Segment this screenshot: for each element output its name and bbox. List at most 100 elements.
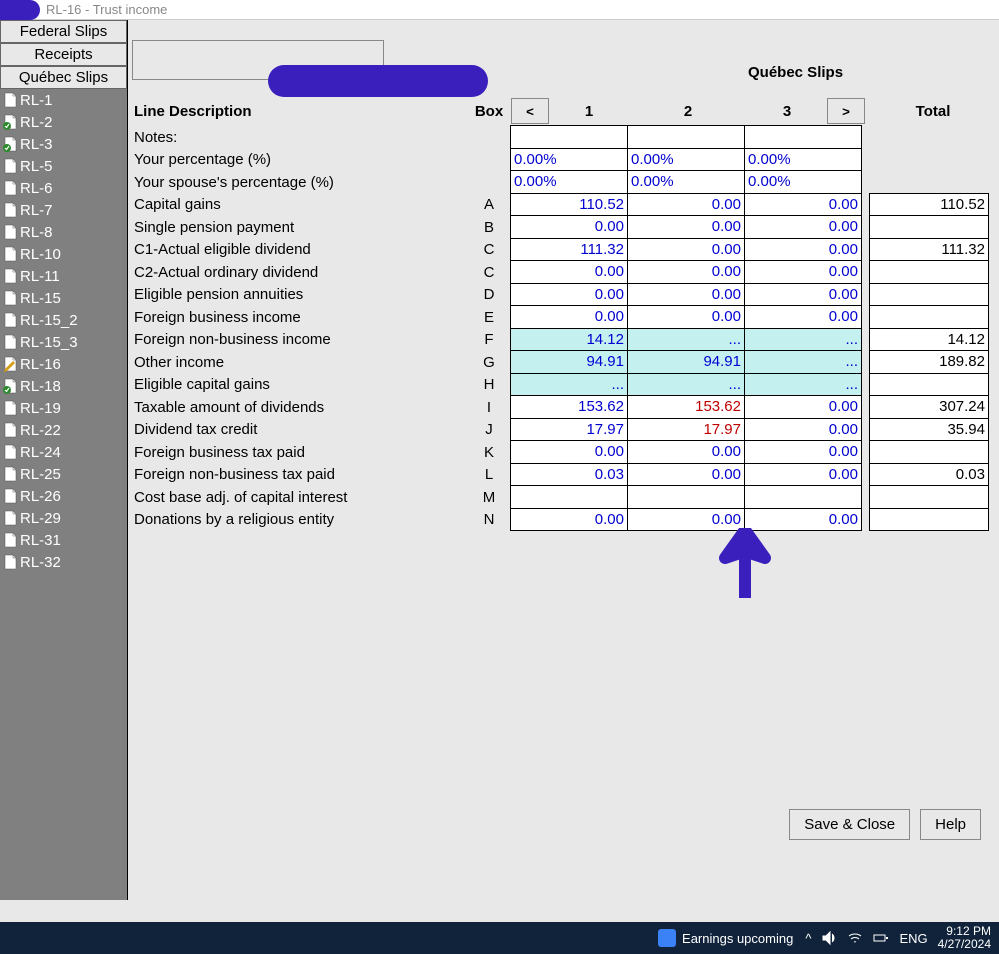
input-cell[interactable]: ... xyxy=(744,373,862,397)
input-cell[interactable]: 0.00 xyxy=(744,193,862,217)
input-cell[interactable]: 0.00 xyxy=(510,283,628,307)
sidebar-item-rl-15_3[interactable]: RL-15_3 xyxy=(0,331,127,353)
sidebar-category-button[interactable]: Québec Slips xyxy=(0,66,127,89)
language-indicator[interactable]: ENG xyxy=(899,931,927,946)
input-cell[interactable]: 153.62 xyxy=(510,395,628,419)
input-cell[interactable] xyxy=(627,125,745,149)
input-cell[interactable]: 0.00 xyxy=(627,463,745,487)
sidebar-item-rl-16[interactable]: RL-16 xyxy=(0,353,127,375)
input-cell[interactable]: 0.00 xyxy=(744,508,862,532)
input-cell[interactable]: 0.00 xyxy=(744,238,862,262)
tray-chevron-icon[interactable]: ^ xyxy=(805,931,811,946)
input-cell[interactable]: 0.00 xyxy=(627,508,745,532)
speaker-icon[interactable] xyxy=(821,930,837,946)
taskbar-earnings[interactable]: Earnings upcoming xyxy=(658,929,793,947)
input-cell[interactable] xyxy=(627,485,745,509)
sidebar-category-button[interactable]: Receipts xyxy=(0,43,127,66)
sidebar-item-rl-25[interactable]: RL-25 xyxy=(0,463,127,485)
input-cell[interactable]: 0.00% xyxy=(744,170,862,194)
sidebar-item-rl-15_2[interactable]: RL-15_2 xyxy=(0,309,127,331)
battery-icon[interactable] xyxy=(873,930,889,946)
sidebar-item-rl-15[interactable]: RL-15 xyxy=(0,287,127,309)
sidebar-item-label: RL-32 xyxy=(20,554,61,571)
input-cell[interactable] xyxy=(744,485,862,509)
prev-slip-button[interactable]: < xyxy=(511,98,549,124)
input-cell[interactable]: 0.00 xyxy=(627,215,745,239)
row-box-code: D xyxy=(467,284,511,307)
input-cell[interactable]: 0.00 xyxy=(510,305,628,329)
sidebar-item-rl-31[interactable]: RL-31 xyxy=(0,529,127,551)
input-cell[interactable]: 0.00 xyxy=(744,260,862,284)
sidebar-item-rl-18[interactable]: RL-18 xyxy=(0,375,127,397)
input-cell[interactable]: 0.00 xyxy=(510,260,628,284)
input-cell[interactable]: 0.00 xyxy=(744,215,862,239)
sidebar-item-rl-29[interactable]: RL-29 xyxy=(0,507,127,529)
input-cell[interactable]: 94.91 xyxy=(510,350,628,374)
row-total xyxy=(869,125,989,149)
input-cell[interactable]: 0.00 xyxy=(744,395,862,419)
input-cell[interactable]: 0.00 xyxy=(744,440,862,464)
input-cell[interactable]: 110.52 xyxy=(510,193,628,217)
sidebar-item-rl-5[interactable]: RL-5 xyxy=(0,155,127,177)
sidebar-item-rl-7[interactable]: RL-7 xyxy=(0,199,127,221)
input-cell[interactable]: ... xyxy=(510,373,628,397)
input-cell[interactable]: 14.12 xyxy=(510,328,628,352)
sidebar-item-rl-32[interactable]: RL-32 xyxy=(0,551,127,573)
input-cell[interactable]: ... xyxy=(744,350,862,374)
save-close-button[interactable]: Save & Close xyxy=(789,809,910,840)
next-slip-button[interactable]: > xyxy=(827,98,865,124)
input-cell[interactable] xyxy=(744,125,862,149)
sidebar-item-rl-22[interactable]: RL-22 xyxy=(0,419,127,441)
sidebar-item-rl-10[interactable]: RL-10 xyxy=(0,243,127,265)
input-cell[interactable]: ... xyxy=(627,373,745,397)
sidebar-item-rl-24[interactable]: RL-24 xyxy=(0,441,127,463)
input-cell[interactable]: 0.00% xyxy=(744,148,862,172)
sidebar-item-rl-1[interactable]: RL-1 xyxy=(0,89,127,111)
input-cell[interactable]: 94.91 xyxy=(627,350,745,374)
input-cell[interactable]: 0.00% xyxy=(510,148,628,172)
input-cell[interactable]: 0.00 xyxy=(744,283,862,307)
sidebar-item-rl-26[interactable]: RL-26 xyxy=(0,485,127,507)
input-cell[interactable]: 0.00 xyxy=(627,260,745,284)
input-cell[interactable]: 0.00 xyxy=(744,418,862,442)
input-cell[interactable]: 17.97 xyxy=(510,418,628,442)
input-cell[interactable]: ... xyxy=(627,328,745,352)
input-cell[interactable]: 0.00 xyxy=(627,193,745,217)
input-cell[interactable]: 0.00 xyxy=(744,463,862,487)
row-total xyxy=(869,215,989,239)
input-cell[interactable]: 0.00% xyxy=(627,170,745,194)
input-cell[interactable]: 0.00 xyxy=(510,215,628,239)
sidebar-item-rl-8[interactable]: RL-8 xyxy=(0,221,127,243)
input-cell[interactable] xyxy=(510,125,628,149)
sidebar-item-label: RL-15_3 xyxy=(20,334,78,351)
input-cell[interactable]: 0.00 xyxy=(627,238,745,262)
sidebar-item-rl-19[interactable]: RL-19 xyxy=(0,397,127,419)
input-cell[interactable]: 17.97 xyxy=(627,418,745,442)
input-cell[interactable]: 153.62 xyxy=(627,395,745,419)
sidebar-item-rl-2[interactable]: RL-2 xyxy=(0,111,127,133)
input-cell[interactable]: 0.00 xyxy=(744,305,862,329)
input-cell[interactable]: ... xyxy=(744,328,862,352)
row-box-code: K xyxy=(467,441,511,464)
row-total xyxy=(869,508,989,532)
help-button[interactable]: Help xyxy=(920,809,981,840)
row-box-code: C xyxy=(467,261,511,284)
input-cell[interactable]: 0.00 xyxy=(627,440,745,464)
sidebar-item-rl-3[interactable]: RL-3 xyxy=(0,133,127,155)
input-cell[interactable]: 0.03 xyxy=(510,463,628,487)
taskbar-clock[interactable]: 9:12 PM 4/27/2024 xyxy=(938,925,991,951)
input-cell[interactable] xyxy=(510,485,628,509)
input-cell[interactable]: 0.00 xyxy=(627,283,745,307)
sidebar-item-rl-11[interactable]: RL-11 xyxy=(0,265,127,287)
row-description: Cost base adj. of capital interest xyxy=(132,486,467,509)
input-cell[interactable]: 0.00 xyxy=(627,305,745,329)
sidebar-item-rl-6[interactable]: RL-6 xyxy=(0,177,127,199)
row-total: 35.94 xyxy=(869,418,989,442)
wifi-icon[interactable] xyxy=(847,930,863,946)
sidebar-category-button[interactable]: Federal Slips xyxy=(0,20,127,43)
input-cell[interactable]: 111.32 xyxy=(510,238,628,262)
input-cell[interactable]: 0.00% xyxy=(627,148,745,172)
input-cell[interactable]: 0.00 xyxy=(510,508,628,532)
input-cell[interactable]: 0.00% xyxy=(510,170,628,194)
input-cell[interactable]: 0.00 xyxy=(510,440,628,464)
